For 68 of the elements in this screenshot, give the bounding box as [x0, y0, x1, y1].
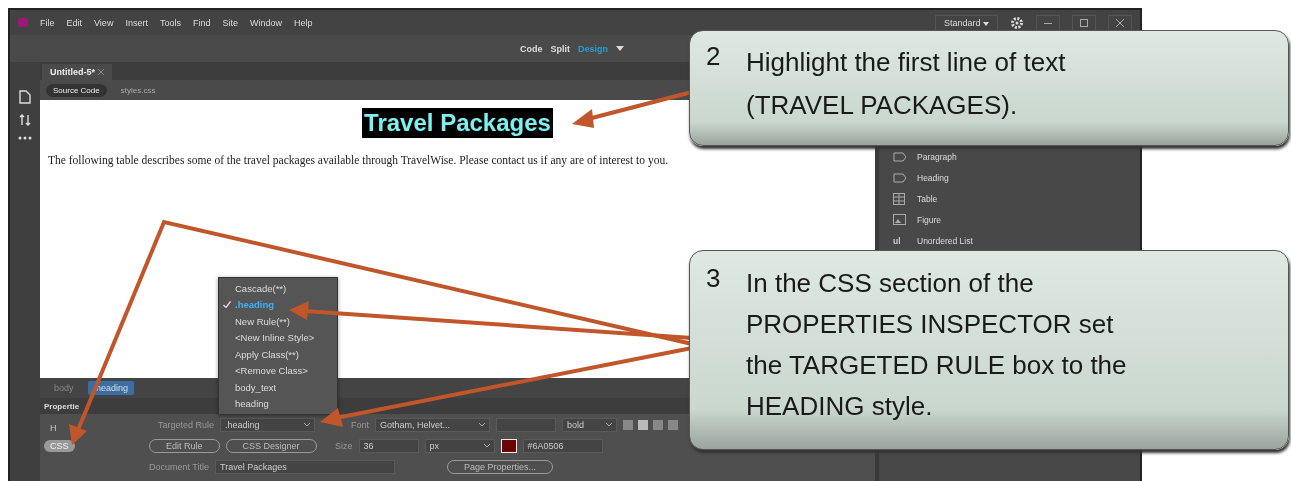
menu-option[interactable]: Cascade(**) [219, 280, 337, 297]
step-number: 3 [706, 263, 722, 295]
menu-item[interactable]: Edit [66, 17, 83, 28]
tag-icon [893, 172, 907, 183]
image-icon [893, 214, 907, 225]
field-label: Targeted Rule [156, 420, 214, 430]
mode-button[interactable]: H [44, 422, 63, 434]
caret-icon [479, 423, 485, 427]
weight-dropdown[interactable]: bold [562, 418, 617, 432]
tag-crumb[interactable]: .heading [87, 381, 135, 395]
view-tab[interactable]: Code [520, 43, 543, 54]
checkmark-icon [223, 301, 231, 309]
align-icons-drawing[interactable] [623, 420, 679, 430]
field-label: Document Title [147, 462, 209, 472]
caret-icon [304, 423, 310, 427]
menu-option[interactable]: heading [219, 395, 337, 412]
view-tab[interactable]: Split [550, 43, 570, 54]
menu-item[interactable]: File [40, 17, 55, 28]
menu-item[interactable]: Find [192, 17, 211, 28]
menu-option[interactable]: <New Inline Style> [219, 329, 337, 346]
caret-icon [983, 21, 989, 26]
instruction-text: Highlight the first line of text (TRAVEL PACKAGES). [746, 46, 1066, 122]
panel-title: Propertie [44, 401, 80, 411]
settings-icon[interactable] [1010, 15, 1024, 30]
tag-icon [893, 151, 907, 162]
menu-option[interactable]: body_text [219, 379, 337, 396]
document-icon[interactable] [19, 90, 31, 104]
sort-arrows-icon[interactable] [19, 114, 31, 126]
element-list-item[interactable]: Figure [893, 213, 1140, 226]
element-list-item[interactable]: ul Unordered List [893, 234, 1140, 247]
menu-item[interactable]: Help [293, 17, 313, 28]
menu-option[interactable]: Apply Class(**) [219, 346, 337, 363]
app-logo-icon [18, 18, 28, 27]
step-number: 2 [706, 41, 722, 73]
related-file-tab[interactable]: Source Code [46, 83, 107, 97]
document-title-field[interactable]: Travel Packages [215, 460, 395, 474]
close-icon[interactable] [97, 69, 104, 75]
element-list-item[interactable]: Paragraph [893, 150, 1140, 163]
caret-icon[interactable] [616, 45, 624, 52]
unit-dropdown[interactable]: px [424, 439, 495, 453]
font-dropdown[interactable]: Gotham, Helvet... [375, 418, 490, 432]
table-icon [893, 192, 907, 205]
caret-icon [606, 423, 612, 427]
element-list-item[interactable]: Table [893, 192, 1140, 205]
more-icon[interactable] [18, 136, 32, 140]
menu-option[interactable]: New Rule(**) [219, 313, 337, 330]
color-swatch[interactable] [500, 439, 517, 453]
instruction-text: In the CSS section of the PROPERTIES INSPECTOR set the TARGETED RULE box to the HEADING style. [746, 267, 1127, 423]
targeted-rule-dropdown[interactable]: .heading [220, 418, 315, 432]
close-icon [1115, 17, 1125, 28]
menu-item[interactable]: Window [249, 17, 282, 28]
menu-item[interactable]: Tools [159, 17, 181, 28]
document-tab[interactable]: Untitled-5* [42, 64, 112, 80]
field-label: Size [334, 441, 353, 451]
field-label: Font [350, 420, 369, 430]
menu-item[interactable]: Site [222, 17, 238, 28]
list-glyph: ul [893, 235, 902, 246]
page-paragraph: The following table describes some of the travel packages available through TravelWise. Please contact us if any are of interest to you. [48, 154, 670, 166]
related-file-tab[interactable]: styles.css [120, 85, 156, 95]
maximize-icon [1079, 17, 1089, 28]
menu-option[interactable]: <Remove Class> [219, 362, 337, 379]
page-heading: Travel Packages [362, 108, 553, 138]
menu-item[interactable]: View [94, 17, 114, 28]
caret-icon [483, 444, 490, 448]
element-list-item[interactable]: Heading [893, 171, 1140, 184]
menu-item[interactable]: Insert [125, 17, 148, 28]
color-field[interactable]: #6A0506 [522, 439, 603, 453]
size-field[interactable]: 36 [358, 439, 419, 453]
